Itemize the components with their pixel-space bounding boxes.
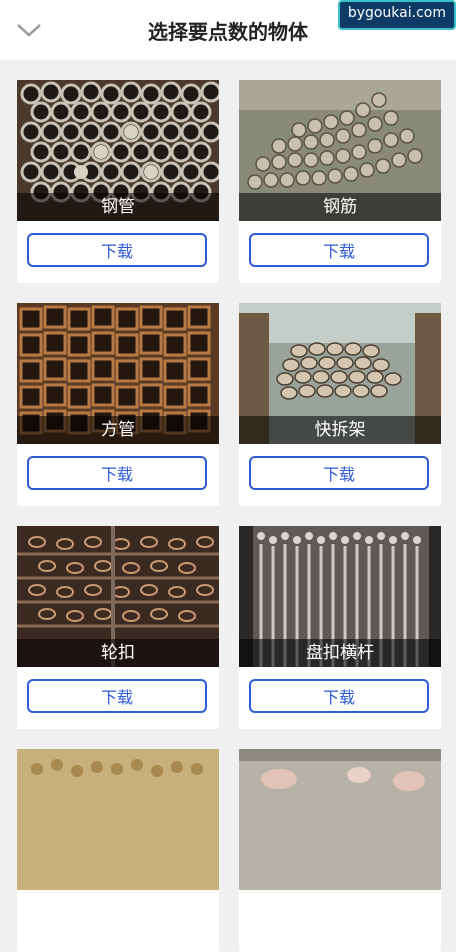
item-caption: 快拆架 bbox=[239, 416, 441, 444]
download-button[interactable]: 下载 bbox=[249, 456, 429, 490]
item-card-pigs bbox=[239, 749, 441, 952]
steel-pipes-image: 钢管 bbox=[17, 80, 219, 221]
pigs-image bbox=[239, 749, 441, 890]
item-grid: 钢管 下载 钢筋 下载 方管 下载 快拆架 下载 轮扣 下载 盘扣横杆 下载 bbox=[17, 80, 441, 952]
item-card-rebar: 钢筋 下载 bbox=[239, 80, 441, 283]
item-caption: 钢管 bbox=[17, 193, 219, 221]
item-card-steel-pipe: 钢管 下载 bbox=[17, 80, 219, 283]
item-caption: 钢筋 bbox=[239, 193, 441, 221]
watermark-badge: bygoukai.com bbox=[337, 0, 456, 30]
square-tubes-image: 方管 bbox=[17, 303, 219, 444]
download-button[interactable]: 下载 bbox=[27, 456, 207, 490]
item-card-disc-buckle-crossbar: 盘扣横杆 下载 bbox=[239, 526, 441, 729]
bamboo-poles-image bbox=[17, 749, 219, 890]
download-button[interactable]: 下载 bbox=[27, 679, 207, 713]
quick-release-scaffold-image: 快拆架 bbox=[239, 303, 441, 444]
item-caption: 方管 bbox=[17, 416, 219, 444]
item-card-square-tube: 方管 下载 bbox=[17, 303, 219, 506]
download-button[interactable]: 下载 bbox=[249, 233, 429, 267]
item-card-quick-release-scaffold: 快拆架 下载 bbox=[239, 303, 441, 506]
download-button[interactable]: 下载 bbox=[249, 679, 429, 713]
rebar-bundle-image: 钢筋 bbox=[239, 80, 441, 221]
item-caption: 盘扣横杆 bbox=[239, 639, 441, 667]
download-button[interactable]: 下载 bbox=[27, 233, 207, 267]
wheel-buckle-image: 轮扣 bbox=[17, 526, 219, 667]
item-card-wheel-buckle: 轮扣 下载 bbox=[17, 526, 219, 729]
disc-buckle-crossbar-image: 盘扣横杆 bbox=[239, 526, 441, 667]
header-bar: 选择要点数的物体 bygoukai.com bbox=[0, 0, 456, 60]
item-caption: 轮扣 bbox=[17, 639, 219, 667]
item-card-bamboo-poles bbox=[17, 749, 219, 952]
